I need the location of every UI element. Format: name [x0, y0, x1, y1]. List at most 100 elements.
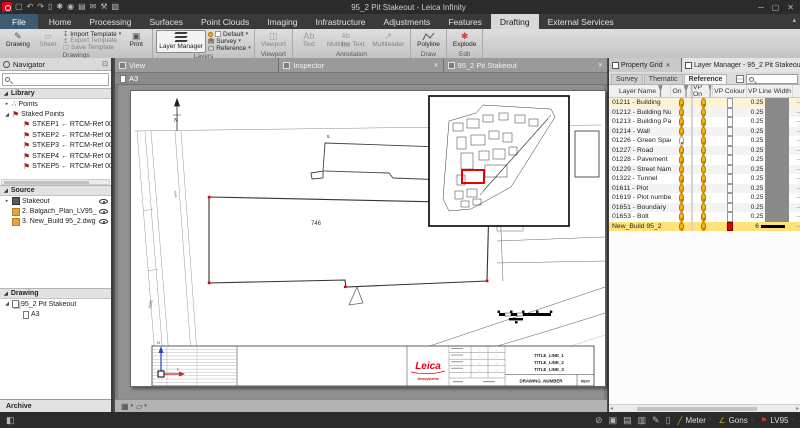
- report-icon[interactable]: ▧: [112, 2, 120, 12]
- tools-icon[interactable]: ⚒: [100, 2, 107, 12]
- layer-row[interactable]: 01653 - Bolt0.25—: [609, 212, 800, 222]
- text-button[interactable]: Ab Text: [296, 30, 322, 51]
- ribbon-tab-imaging[interactable]: Imaging: [258, 14, 306, 29]
- colour-checkbox[interactable]: [727, 165, 733, 175]
- ribbon-collapse-icon[interactable]: ▴: [792, 16, 796, 24]
- bulb-on-icon[interactable]: [679, 155, 684, 165]
- delete-icon[interactable]: ▯: [666, 414, 671, 426]
- redo-icon[interactable]: ↷: [37, 2, 44, 12]
- sheet-button[interactable]: ▱ Sheet: [35, 30, 61, 52]
- bulb-vp-icon[interactable]: [701, 222, 706, 232]
- ribbon-tab-adjustments[interactable]: Adjustments: [375, 14, 440, 29]
- layer-row[interactable]: New_Build 95_26—: [609, 222, 800, 232]
- tree-item[interactable]: ◢95_2 Pit Stakeout: [0, 299, 111, 309]
- tab-layer-manager[interactable]: Layer Manager - 95_2 Pit Stakeout - A3 ✕: [682, 58, 800, 72]
- colour-checkbox[interactable]: [727, 193, 733, 203]
- polyline-button[interactable]: Polyline: [414, 30, 443, 51]
- explode-button[interactable]: ✱ Explode: [450, 30, 480, 51]
- a3-sheet-tab[interactable]: A3: [115, 72, 607, 85]
- colour-checkbox[interactable]: [727, 117, 733, 127]
- tree-item[interactable]: 2. Balgach_Plan_LV95_2.dwg: [0, 206, 111, 216]
- colour-checkbox[interactable]: [727, 108, 733, 118]
- archive-icon[interactable]: ▤: [78, 2, 86, 12]
- scroll-right-icon[interactable]: ▸: [796, 405, 799, 412]
- tree-item[interactable]: ◢⚑Staked Points: [0, 109, 111, 119]
- layer-row[interactable]: 01213 - Building Part0.25—: [609, 117, 800, 127]
- tab-view[interactable]: View: [115, 58, 278, 72]
- colour-checkbox[interactable]: [727, 203, 733, 213]
- colour-checkbox[interactable]: [727, 212, 733, 222]
- ribbon-tab-surfaces[interactable]: Surfaces: [140, 14, 192, 29]
- bulb-vp-icon[interactable]: [701, 108, 706, 118]
- colour-checkbox[interactable]: [727, 146, 733, 156]
- crs-lv95-dropdown[interactable]: ⚑ LV95▾: [760, 416, 794, 425]
- colour-checkbox[interactable]: [727, 184, 733, 194]
- sheet-options-button[interactable]: ▱▾: [136, 402, 147, 411]
- tree-item[interactable]: 3. New_Build 95_2.dwg: [0, 217, 111, 227]
- column-line-style[interactable]: [793, 85, 800, 97]
- ribbon-tab-processing[interactable]: Processing: [80, 14, 140, 29]
- column-vp-on[interactable]: VP On: [691, 85, 713, 97]
- visibility-eye-icon[interactable]: [99, 219, 108, 224]
- library-hscrollbar[interactable]: [1, 179, 110, 185]
- bulb-on-icon[interactable]: [679, 127, 684, 137]
- maximize-button[interactable]: ▢: [772, 3, 780, 12]
- bulb-vp-icon[interactable]: [701, 155, 706, 165]
- bulb-on-icon[interactable]: [679, 203, 684, 213]
- bulb-on-icon[interactable]: [679, 146, 684, 156]
- bulb-vp-icon[interactable]: [701, 117, 706, 127]
- close-icon[interactable]: ✕: [666, 62, 671, 69]
- layer-search-input[interactable]: [746, 74, 798, 84]
- delete-icon[interactable]: ▯: [48, 2, 52, 12]
- layer-row[interactable]: 01651 - Boundary0.25—: [609, 203, 800, 213]
- layer-row[interactable]: 01212 - Building Number0.25—: [609, 108, 800, 118]
- bulb-vp-icon[interactable]: [701, 136, 706, 146]
- colour-swatch[interactable]: [727, 222, 733, 232]
- bulb-on-icon[interactable]: [679, 165, 684, 175]
- column-layer-name[interactable]: Layer Name: [609, 85, 671, 97]
- close-icon[interactable]: ✕: [598, 62, 603, 69]
- pin-icon[interactable]: ⊡: [102, 60, 108, 68]
- viewport-button[interactable]: ◫ Viewport: [258, 30, 289, 51]
- layer-row[interactable]: 01619 - Plot number0.25—: [609, 193, 800, 203]
- subtab-reference[interactable]: Reference: [684, 74, 728, 84]
- tree-item[interactable]: ⚑STKEP5 ← RTCM-Ref 0000 (07/10/: [0, 161, 111, 171]
- viewport-2-icon[interactable]: ▤: [623, 414, 632, 426]
- bulb-on-icon[interactable]: [679, 174, 684, 184]
- viewport-1-icon[interactable]: ▣: [609, 414, 618, 426]
- capture-icon[interactable]: ◉: [67, 2, 74, 12]
- layer-row[interactable]: 01322 - Tunnel0.25—: [609, 174, 800, 184]
- reference-layer-row[interactable]: ▢ Reference▾: [208, 45, 251, 52]
- drawing-button[interactable]: ✎ Drawing: [3, 30, 33, 52]
- multileader-button[interactable]: ↗ Multileader: [369, 30, 407, 51]
- bulb-on-icon[interactable]: [679, 193, 684, 203]
- minimize-button[interactable]: ─: [758, 3, 764, 12]
- tree-item[interactable]: ▸Stakeout: [0, 196, 111, 206]
- layer-row[interactable]: 01227 - Road0.25—: [609, 146, 800, 156]
- tree-item[interactable]: ⚑STKEP3 ← RTCM-Ref 0000 (07/10/: [0, 141, 111, 151]
- unit-gons-dropdown[interactable]: ∠ Gons▾: [718, 416, 753, 425]
- annotate-icon[interactable]: ✎: [652, 414, 660, 426]
- visibility-eye-icon[interactable]: [99, 209, 108, 214]
- bulb-on-icon[interactable]: [679, 108, 684, 118]
- survey-layer-row[interactable]: ▤ Survey▾: [208, 38, 251, 45]
- ribbon-tab-home[interactable]: Home: [40, 14, 81, 29]
- colour-checkbox[interactable]: [727, 98, 733, 108]
- expander-icon[interactable]: ◢: [4, 301, 10, 307]
- bulb-vp-icon[interactable]: [701, 174, 706, 184]
- drawing-canvas[interactable]: N Hpt: [115, 85, 607, 399]
- bulb-vp-icon[interactable]: [701, 184, 706, 194]
- tab-property-grid[interactable]: Property Grid ✕: [609, 58, 681, 72]
- filter-icon[interactable]: [684, 85, 689, 97]
- colour-checkbox[interactable]: [727, 127, 733, 137]
- print-button[interactable]: ▣ Print: [123, 30, 149, 52]
- layer-row[interactable]: 01211 - Building0.25—: [609, 98, 800, 108]
- ribbon-tab-features[interactable]: Features: [439, 14, 491, 29]
- ribbon-tab-infrastructure[interactable]: Infrastructure: [306, 14, 374, 29]
- scroll-thumb[interactable]: [637, 407, 757, 411]
- column-options-icon[interactable]: [736, 75, 744, 83]
- layer-row[interactable]: 01214 - Wall0.25—: [609, 127, 800, 137]
- ribbon-tab-drafting[interactable]: Drafting: [491, 14, 539, 29]
- library-section-header[interactable]: ◢ Library: [0, 88, 111, 99]
- column-vp-colour[interactable]: VP Colour: [713, 85, 747, 97]
